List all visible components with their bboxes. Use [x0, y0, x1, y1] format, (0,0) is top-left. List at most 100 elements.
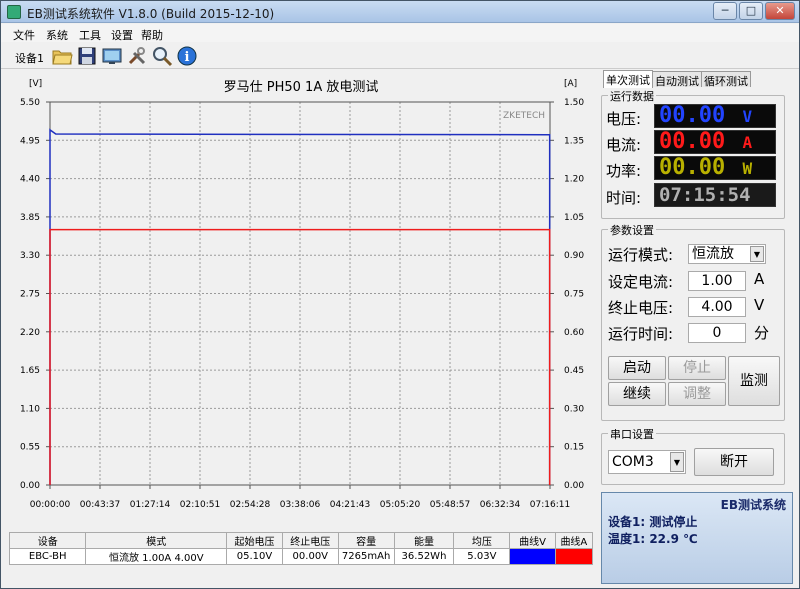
cell-avg-voltage: 5.03V — [453, 548, 511, 565]
info-icon[interactable]: i — [176, 45, 198, 67]
y-right-tick-label: 1.05 — [564, 213, 584, 223]
tab-single-test[interactable]: 单次测试 — [603, 70, 653, 88]
x-tick-label: 01:27:14 — [130, 500, 171, 510]
y-right-tick-label: 0.00 — [564, 481, 584, 491]
power-unit: W — [742, 159, 753, 178]
power-display: 00.00 W — [654, 156, 776, 180]
device-label: 设备1 — [15, 52, 44, 65]
y-right-tick-label: 0.45 — [564, 366, 584, 376]
mode-value: 恒流放 — [692, 246, 734, 262]
x-tick-label: 03:38:06 — [280, 500, 321, 510]
restore-button[interactable]: □ — [739, 2, 763, 20]
header-end-voltage: 终止电压 — [281, 532, 339, 549]
x-tick-label: 05:48:57 — [430, 500, 470, 510]
right-panel: 单次测试 自动测试 循环测试 运行数据 电压: 00.00 V 电流: 00.0… — [599, 70, 799, 588]
header-capacity: 容量 — [337, 532, 395, 549]
minimize-button[interactable]: ─ — [713, 2, 737, 20]
continue-button[interactable]: 继续 — [608, 382, 666, 406]
voltage-display: 00.00 V — [654, 104, 776, 128]
toolbar: 设备1 i — [1, 43, 799, 69]
monitor-icon[interactable] — [101, 45, 123, 67]
cell-device: EBC-BH — [8, 548, 87, 565]
chart-title: 罗马仕 PH50 1A 放电测试 — [224, 80, 379, 95]
menu-file[interactable]: 文件 — [13, 27, 35, 43]
status-title: EB测试系统 — [720, 498, 786, 512]
tab-auto-test[interactable]: 自动测试 — [652, 71, 702, 88]
window-title: EB测试系统软件 V1.8.0 (Build 2015-12-10) — [27, 7, 275, 21]
start-button[interactable]: 启动 — [608, 356, 666, 380]
y-right-tick-label: 0.60 — [564, 328, 584, 338]
folder-icon[interactable] — [51, 45, 73, 67]
run-data-title: 运行数据 — [608, 88, 656, 104]
cell-start-voltage: 05.10V — [226, 548, 283, 565]
header-device: 设备 — [8, 532, 87, 549]
monitor-button[interactable]: 监测 — [728, 356, 780, 406]
header-energy: 能量 — [393, 532, 455, 549]
x-tick-label: 06:32:34 — [480, 500, 521, 510]
y-left-tick-label: 0.55 — [20, 443, 40, 453]
header-mode: 模式 — [85, 532, 228, 549]
time-display: 07:15:54 — [654, 183, 776, 207]
stop-button[interactable]: 停止 — [668, 356, 726, 380]
time-label: 时间: — [606, 189, 642, 207]
curve-v-swatch[interactable] — [509, 548, 556, 565]
end-voltage-label: 终止电压: — [608, 299, 674, 317]
y-left-tick-label: 5.50 — [20, 98, 40, 108]
set-current-unit: A — [754, 270, 765, 288]
set-current-input[interactable]: 1.00 — [688, 271, 746, 291]
cell-end-voltage: 00.00V — [281, 548, 339, 565]
close-button[interactable]: ✕ — [765, 2, 795, 20]
power-label: 功率: — [606, 162, 642, 180]
menu-settings[interactable]: 设置 — [111, 27, 133, 43]
serial-title: 串口设置 — [608, 426, 656, 442]
run-time-input[interactable]: 0 — [688, 323, 746, 343]
menu-system[interactable]: 系统 — [46, 27, 68, 43]
port-chevron-down-icon[interactable]: ▼ — [670, 452, 684, 472]
menu-help[interactable]: 帮助 — [141, 27, 163, 43]
y-left-tick-label: 0.00 — [20, 481, 40, 491]
right-axis-unit: [A] — [564, 79, 577, 89]
current-display: 00.00 A — [654, 130, 776, 154]
header-start-voltage: 起始电压 — [226, 532, 283, 549]
tools-icon[interactable] — [126, 45, 148, 67]
y-left-tick-label: 2.20 — [20, 328, 40, 338]
status-device: 设备1: 测试停止 — [608, 515, 698, 529]
y-right-tick-label: 1.50 — [564, 98, 584, 108]
menu-tools[interactable]: 工具 — [79, 27, 101, 43]
mode-label: 运行模式: — [608, 246, 674, 264]
zoom-icon[interactable] — [151, 45, 173, 67]
y-right-tick-label: 1.35 — [564, 136, 584, 146]
params-title: 参数设置 — [608, 222, 656, 238]
time-value: 07:15:54 — [659, 184, 751, 206]
port-select[interactable]: COM3 ▼ — [608, 450, 686, 474]
tab-cycle-test[interactable]: 循环测试 — [701, 71, 751, 88]
voltage-unit: V — [742, 107, 753, 126]
y-left-tick-label: 1.10 — [20, 404, 40, 414]
x-tick-label: 02:54:28 — [230, 500, 271, 510]
svg-text:i: i — [185, 50, 190, 65]
chart-area: 罗马仕 PH50 1A 放电测试 [V] [A] ZKETECH 5.50 1.5… — [1, 71, 598, 531]
voltage-value: 00.00 — [659, 103, 726, 128]
x-tick-label: 05:05:20 — [380, 500, 421, 510]
save-icon[interactable] — [76, 45, 98, 67]
current-value: 00.00 — [659, 129, 726, 154]
x-tick-label: 00:43:37 — [80, 500, 120, 510]
header-curve-v: 曲线V — [509, 532, 556, 549]
adjust-button[interactable]: 调整 — [668, 382, 726, 406]
end-voltage-input[interactable]: 4.00 — [688, 297, 746, 317]
y-right-tick-label: 0.75 — [564, 290, 584, 300]
params-group: 参数设置 运行模式: 恒流放 ▼ 设定电流: 1.00 A 终止电压: 4.00… — [601, 222, 785, 421]
disconnect-button[interactable]: 断开 — [694, 448, 774, 476]
y-left-tick-label: 4.40 — [20, 175, 40, 185]
port-value: COM3 — [612, 454, 654, 470]
table-row[interactable]: EBC-BH 恒流放 1.00A 4.00V 05.10V 00.00V 726… — [8, 548, 594, 565]
serial-group: 串口设置 COM3 ▼ 断开 — [601, 426, 785, 485]
mode-select[interactable]: 恒流放 ▼ — [688, 244, 766, 264]
chevron-down-icon[interactable]: ▼ — [750, 246, 764, 262]
watermark-zketech: ZKETECH — [503, 111, 545, 121]
run-time-unit: 分 — [754, 324, 770, 342]
y-left-tick-label: 4.95 — [20, 136, 40, 146]
curve-a-swatch[interactable] — [554, 548, 594, 565]
run-time-label: 运行时间: — [608, 325, 674, 343]
app-window: EB测试系统软件 V1.8.0 (Build 2015-12-10) ─ □ ✕… — [0, 0, 800, 589]
